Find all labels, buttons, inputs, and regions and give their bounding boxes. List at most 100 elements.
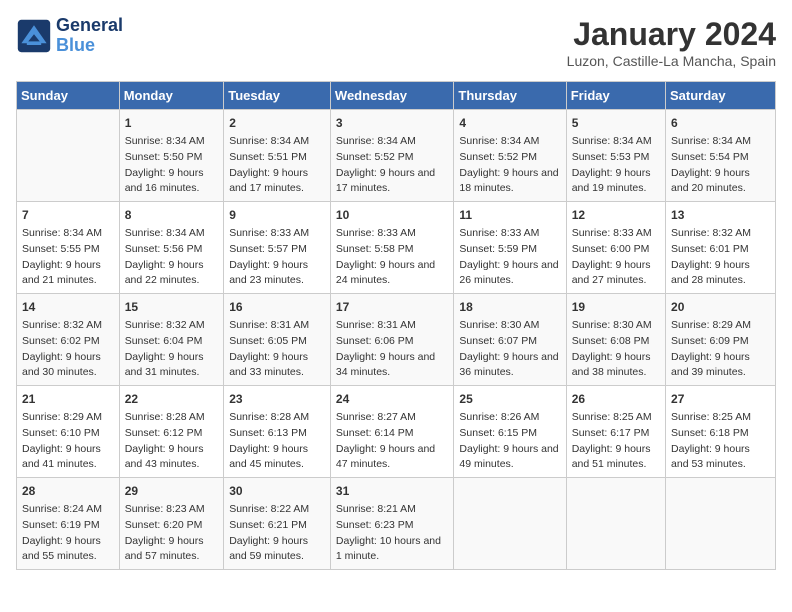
calendar-cell: 27Sunrise: 8:25 AM Sunset: 6:18 PM Dayli… <box>666 386 776 478</box>
day-content: Sunrise: 8:34 AM Sunset: 5:50 PM Dayligh… <box>125 134 219 197</box>
day-number: 13 <box>671 206 770 224</box>
day-number: 25 <box>459 390 560 408</box>
day-number: 27 <box>671 390 770 408</box>
day-content: Sunrise: 8:28 AM Sunset: 6:13 PM Dayligh… <box>229 410 325 473</box>
calendar-cell: 16 Sunrise: 8:31 AM Sunset: 6:05 PM Dayli… <box>224 294 331 386</box>
logo-text-blue: Blue <box>56 36 123 56</box>
day-number: 3 <box>336 114 449 132</box>
day-number: 15 <box>125 298 219 316</box>
day-content: Sunrise: 8:34 AM Sunset: 5:52 PM Dayligh… <box>336 134 449 197</box>
day-number: 5 <box>572 114 660 132</box>
day-content: Sunrise: 8:26 AM Sunset: 6:15 PM Dayligh… <box>459 410 560 473</box>
day-number: 16 <box>229 298 325 316</box>
day-number: 22 <box>125 390 219 408</box>
weekday-header: Friday <box>566 82 665 110</box>
weekday-header: Tuesday <box>224 82 331 110</box>
logo-icon <box>16 18 52 54</box>
calendar-cell: 30 Sunrise: 8:22 AM Sunset: 6:21 PM Dayli… <box>224 478 331 570</box>
calendar-cell: 4 Sunrise: 8:34 AM Sunset: 5:52 PM Daylig… <box>454 110 566 202</box>
calendar-week-row: 21Sunrise: 8:29 AM Sunset: 6:10 PM Dayli… <box>17 386 776 478</box>
calendar-cell: 15 Sunrise: 8:32 AM Sunset: 6:04 PM Dayli… <box>119 294 224 386</box>
day-content: Sunrise: 8:28 AM Sunset: 6:12 PM Dayligh… <box>125 410 219 473</box>
weekday-header: Monday <box>119 82 224 110</box>
logo: General Blue <box>16 16 123 56</box>
day-content: Sunrise: 8:31 AM Sunset: 6:05 PM Dayligh… <box>229 318 325 381</box>
calendar-cell: 3 Sunrise: 8:34 AM Sunset: 5:52 PM Daylig… <box>330 110 454 202</box>
calendar-cell: 17 Sunrise: 8:31 AM Sunset: 6:06 PM Dayli… <box>330 294 454 386</box>
weekday-header: Wednesday <box>330 82 454 110</box>
calendar-cell: 21Sunrise: 8:29 AM Sunset: 6:10 PM Dayli… <box>17 386 120 478</box>
day-content: Sunrise: 8:32 AM Sunset: 6:02 PM Dayligh… <box>22 318 114 381</box>
day-content: Sunrise: 8:30 AM Sunset: 6:07 PM Dayligh… <box>459 318 560 381</box>
day-number: 8 <box>125 206 219 224</box>
day-content: Sunrise: 8:21 AM Sunset: 6:23 PM Dayligh… <box>336 502 449 565</box>
calendar-header: SundayMondayTuesdayWednesdayThursdayFrid… <box>17 82 776 110</box>
day-content: Sunrise: 8:31 AM Sunset: 6:06 PM Dayligh… <box>336 318 449 381</box>
calendar-cell: 25 Sunrise: 8:26 AM Sunset: 6:15 PM Dayli… <box>454 386 566 478</box>
calendar-cell: 22 Sunrise: 8:28 AM Sunset: 6:12 PM Dayli… <box>119 386 224 478</box>
calendar-cell <box>566 478 665 570</box>
day-content: Sunrise: 8:25 AM Sunset: 6:17 PM Dayligh… <box>572 410 660 473</box>
day-number: 6 <box>671 114 770 132</box>
calendar-week-row: 28Sunrise: 8:24 AM Sunset: 6:19 PM Dayli… <box>17 478 776 570</box>
day-content: Sunrise: 8:29 AM Sunset: 6:09 PM Dayligh… <box>671 318 770 381</box>
day-number: 2 <box>229 114 325 132</box>
day-number: 9 <box>229 206 325 224</box>
calendar-cell: 31Sunrise: 8:21 AM Sunset: 6:23 PM Dayli… <box>330 478 454 570</box>
day-content: Sunrise: 8:34 AM Sunset: 5:56 PM Dayligh… <box>125 226 219 289</box>
day-content: Sunrise: 8:34 AM Sunset: 5:52 PM Dayligh… <box>459 134 560 197</box>
day-content: Sunrise: 8:22 AM Sunset: 6:21 PM Dayligh… <box>229 502 325 565</box>
calendar-cell: 8 Sunrise: 8:34 AM Sunset: 5:56 PM Daylig… <box>119 202 224 294</box>
logo-text-general: General <box>56 16 123 36</box>
calendar-cell <box>666 478 776 570</box>
day-content: Sunrise: 8:34 AM Sunset: 5:54 PM Dayligh… <box>671 134 770 197</box>
day-number: 18 <box>459 298 560 316</box>
day-number: 12 <box>572 206 660 224</box>
day-content: Sunrise: 8:34 AM Sunset: 5:55 PM Dayligh… <box>22 226 114 289</box>
day-content: Sunrise: 8:34 AM Sunset: 5:53 PM Dayligh… <box>572 134 660 197</box>
weekday-header: Thursday <box>454 82 566 110</box>
calendar-cell: 28Sunrise: 8:24 AM Sunset: 6:19 PM Dayli… <box>17 478 120 570</box>
calendar-cell: 2Sunrise: 8:34 AM Sunset: 5:51 PM Daylig… <box>224 110 331 202</box>
day-content: Sunrise: 8:33 AM Sunset: 5:59 PM Dayligh… <box>459 226 560 289</box>
calendar-cell: 13Sunrise: 8:32 AM Sunset: 6:01 PM Dayli… <box>666 202 776 294</box>
day-number: 11 <box>459 206 560 224</box>
day-content: Sunrise: 8:30 AM Sunset: 6:08 PM Dayligh… <box>572 318 660 381</box>
day-number: 7 <box>22 206 114 224</box>
day-content: Sunrise: 8:32 AM Sunset: 6:04 PM Dayligh… <box>125 318 219 381</box>
day-content: Sunrise: 8:27 AM Sunset: 6:14 PM Dayligh… <box>336 410 449 473</box>
calendar-week-row: 1 Sunrise: 8:34 AM Sunset: 5:50 PM Daylig… <box>17 110 776 202</box>
calendar-cell: 29Sunrise: 8:23 AM Sunset: 6:20 PM Dayli… <box>119 478 224 570</box>
day-number: 23 <box>229 390 325 408</box>
day-number: 21 <box>22 390 114 408</box>
calendar-cell: 11 Sunrise: 8:33 AM Sunset: 5:59 PM Dayli… <box>454 202 566 294</box>
day-number: 29 <box>125 482 219 500</box>
day-content: Sunrise: 8:33 AM Sunset: 5:58 PM Dayligh… <box>336 226 449 289</box>
weekday-header: Saturday <box>666 82 776 110</box>
day-number: 24 <box>336 390 449 408</box>
day-number: 30 <box>229 482 325 500</box>
day-content: Sunrise: 8:24 AM Sunset: 6:19 PM Dayligh… <box>22 502 114 565</box>
calendar-cell: 7 Sunrise: 8:34 AM Sunset: 5:55 PM Daylig… <box>17 202 120 294</box>
day-number: 4 <box>459 114 560 132</box>
calendar-cell: 23 Sunrise: 8:28 AM Sunset: 6:13 PM Dayli… <box>224 386 331 478</box>
day-number: 17 <box>336 298 449 316</box>
calendar-week-row: 7 Sunrise: 8:34 AM Sunset: 5:55 PM Daylig… <box>17 202 776 294</box>
calendar-cell: 9 Sunrise: 8:33 AM Sunset: 5:57 PM Daylig… <box>224 202 331 294</box>
day-number: 14 <box>22 298 114 316</box>
subtitle: Luzon, Castille-La Mancha, Spain <box>567 53 776 69</box>
day-number: 1 <box>125 114 219 132</box>
weekday-header: Sunday <box>17 82 120 110</box>
day-content: Sunrise: 8:33 AM Sunset: 5:57 PM Dayligh… <box>229 226 325 289</box>
calendar-cell <box>17 110 120 202</box>
calendar-table: SundayMondayTuesdayWednesdayThursdayFrid… <box>16 81 776 570</box>
calendar-cell: 10Sunrise: 8:33 AM Sunset: 5:58 PM Dayli… <box>330 202 454 294</box>
day-number: 20 <box>671 298 770 316</box>
calendar-cell: 14 Sunrise: 8:32 AM Sunset: 6:02 PM Dayli… <box>17 294 120 386</box>
calendar-cell: 12Sunrise: 8:33 AM Sunset: 6:00 PM Dayli… <box>566 202 665 294</box>
page-header: General Blue January 2024 Luzon, Castill… <box>16 16 776 69</box>
calendar-week-row: 14 Sunrise: 8:32 AM Sunset: 6:02 PM Dayli… <box>17 294 776 386</box>
calendar-cell: 18 Sunrise: 8:30 AM Sunset: 6:07 PM Dayli… <box>454 294 566 386</box>
day-number: 19 <box>572 298 660 316</box>
calendar-cell: 1 Sunrise: 8:34 AM Sunset: 5:50 PM Daylig… <box>119 110 224 202</box>
